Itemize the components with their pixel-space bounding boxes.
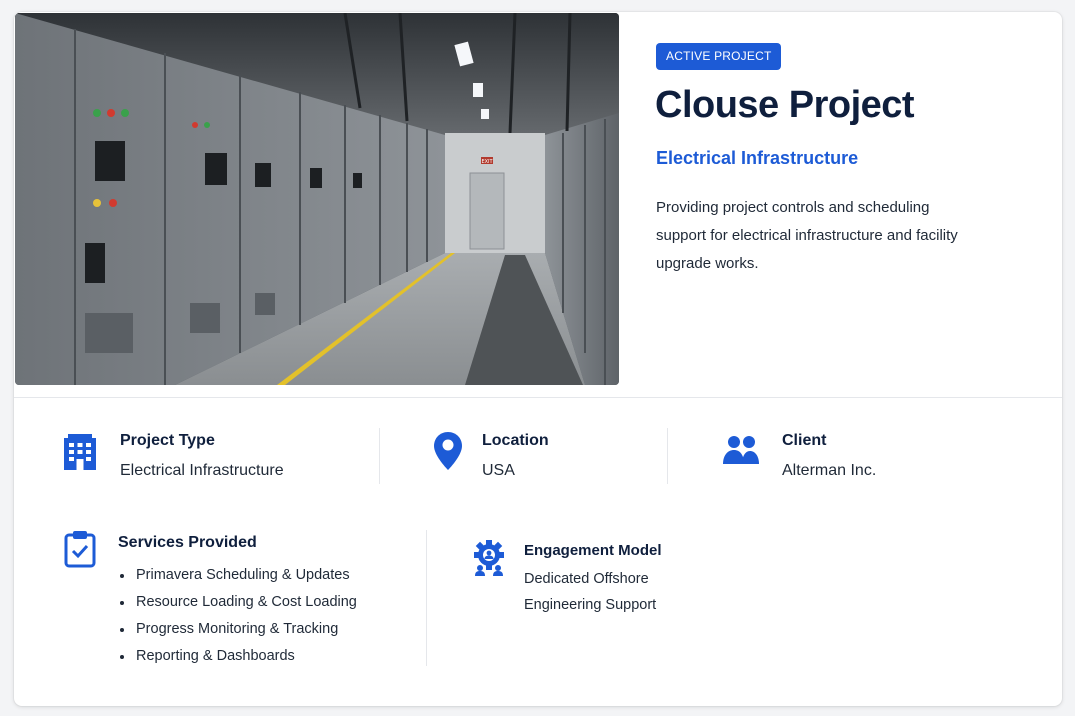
page-title: Clouse Project bbox=[655, 84, 915, 126]
services-divider bbox=[426, 530, 427, 666]
info-divider bbox=[379, 428, 380, 484]
client-value: Alterman Inc. bbox=[782, 462, 877, 479]
engagement-label: Engagement Model bbox=[524, 542, 662, 559]
project-type-label: Project Type bbox=[120, 432, 215, 449]
building-icon bbox=[62, 432, 98, 475]
gear-team-icon bbox=[472, 540, 506, 581]
list-item: Primavera Scheduling & Updates bbox=[118, 562, 357, 589]
list-item: Progress Monitoring & Tracking bbox=[118, 616, 357, 643]
project-card: EXIT ACTIVE PROJECT Clouse Project Elect… bbox=[14, 12, 1062, 706]
clipboard-check-icon bbox=[64, 530, 96, 573]
engagement-value: Dedicated Offshore Engineering Support bbox=[524, 571, 657, 613]
list-item: Reporting & Dashboards bbox=[118, 643, 357, 670]
hero-image: EXIT bbox=[15, 13, 619, 385]
project-type-value: Electrical Infrastructure bbox=[120, 462, 284, 479]
map-pin-icon bbox=[432, 430, 464, 477]
list-item: Resource Loading & Cost Loading bbox=[118, 589, 357, 616]
users-icon bbox=[722, 434, 760, 471]
info-divider bbox=[667, 428, 668, 484]
location-label: Location bbox=[482, 432, 549, 449]
client-label: Client bbox=[782, 432, 827, 449]
services-list: Primavera Scheduling & Updates Resource … bbox=[118, 562, 357, 670]
exit-sign: EXIT bbox=[481, 159, 493, 165]
services-label: Services Provided bbox=[118, 534, 257, 551]
project-subtitle: Electrical Infrastructure bbox=[656, 148, 859, 168]
project-description: Providing project controls and schedulin… bbox=[656, 199, 958, 272]
section-divider bbox=[14, 397, 1062, 398]
status-badge: ACTIVE PROJECT bbox=[656, 43, 782, 70]
location-value: USA bbox=[482, 462, 515, 479]
